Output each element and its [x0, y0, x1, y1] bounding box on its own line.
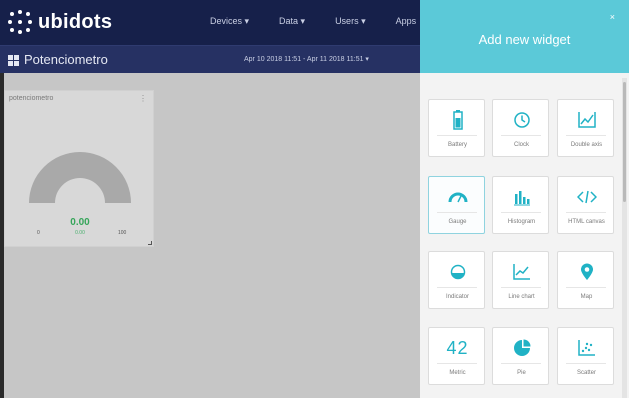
- tile-pie[interactable]: Pie: [492, 327, 549, 385]
- dashboard-title[interactable]: Potenciometro: [24, 52, 108, 67]
- gauge-value: 0.00: [70, 217, 90, 228]
- nav-devices[interactable]: Devices ▾: [210, 16, 249, 27]
- close-icon[interactable]: ×: [610, 12, 615, 22]
- main-nav: Devices ▾ Data ▾ Users ▾ Apps: [210, 16, 446, 27]
- line-chart-icon: [493, 262, 550, 282]
- panel-title: Add new widget: [478, 32, 571, 47]
- gauge-subvalue: 0.00: [75, 230, 85, 236]
- dashboard-header: Potenciometro Apr 10 2018 11:51 - Apr 11…: [0, 45, 420, 73]
- tile-histogram[interactable]: Histogram: [492, 176, 549, 234]
- panel-header: Add new widget ×: [420, 0, 629, 73]
- tile-double-axis[interactable]: Double axis: [557, 99, 614, 157]
- brand-name: ubidots: [38, 10, 113, 33]
- ubidots-logo-icon: [8, 10, 32, 34]
- nav-users[interactable]: Users ▾: [335, 16, 366, 27]
- battery-icon: [429, 110, 486, 130]
- tile-label: Scatter: [576, 370, 596, 376]
- canvas-left-edge: [0, 73, 4, 398]
- tile-html-canvas[interactable]: HTML canvas: [557, 176, 614, 234]
- widget-menu-icon[interactable]: ⋮: [139, 94, 147, 103]
- tile-label: Double axis: [570, 142, 603, 148]
- tile-label: Clock: [513, 142, 529, 148]
- tile-clock[interactable]: Clock: [492, 99, 549, 157]
- tile-label: Line chart: [508, 294, 535, 300]
- clock-icon: [493, 110, 550, 130]
- metric-sample-value: 42: [446, 337, 469, 358]
- add-widget-panel: Add new widget × Battery Clock Double ax…: [420, 0, 629, 398]
- map-pin-icon: [558, 262, 615, 282]
- tile-label: Histogram: [507, 219, 536, 225]
- widget-title: potenciometro: [9, 95, 54, 102]
- dashboard-grid-icon[interactable]: [8, 55, 19, 66]
- panel-scroll-thumb[interactable]: [623, 82, 626, 202]
- nav-data[interactable]: Data ▾: [279, 16, 305, 27]
- tile-label: Indicator: [445, 294, 469, 300]
- tile-label: Map: [580, 294, 593, 300]
- ubidots-logo[interactable]: ubidots: [8, 10, 112, 34]
- tile-label: Pie: [517, 370, 526, 376]
- histogram-icon: [493, 187, 550, 207]
- tile-label: Metric: [449, 370, 466, 376]
- indicator-icon: [429, 262, 486, 282]
- code-icon: [558, 187, 615, 207]
- tile-battery[interactable]: Battery: [428, 99, 485, 157]
- tile-label: Gauge: [448, 219, 467, 225]
- gauge-min-label: 0: [37, 230, 40, 236]
- tile-label: Battery: [447, 142, 467, 148]
- tile-gauge[interactable]: Gauge: [428, 176, 485, 234]
- widget-resize-handle[interactable]: [148, 241, 152, 245]
- tile-metric[interactable]: 42 Metric: [428, 327, 485, 385]
- dashboard-canvas: potenciometro ⋮ 0.00 0.00 0 100: [0, 73, 420, 398]
- gauge-widget[interactable]: potenciometro ⋮ 0.00 0.00 0 100: [4, 90, 154, 247]
- tile-line-chart[interactable]: Line chart: [492, 251, 549, 309]
- gauge-icon: [429, 187, 486, 207]
- tile-indicator[interactable]: Indicator: [428, 251, 485, 309]
- date-range-picker[interactable]: Apr 10 2018 11:51 - Apr 11 2018 11:51 ▾: [244, 55, 369, 63]
- tile-map[interactable]: Map: [557, 251, 614, 309]
- metric-icon: 42: [429, 338, 486, 358]
- pie-icon: [493, 338, 550, 358]
- tile-label: HTML canvas: [568, 219, 605, 225]
- nav-apps[interactable]: Apps: [396, 16, 417, 27]
- scatter-icon: [558, 338, 615, 358]
- gauge-arc: [29, 152, 131, 203]
- gauge-max-label: 100: [118, 230, 127, 236]
- double-axis-icon: [558, 110, 615, 130]
- tile-scatter[interactable]: Scatter: [557, 327, 614, 385]
